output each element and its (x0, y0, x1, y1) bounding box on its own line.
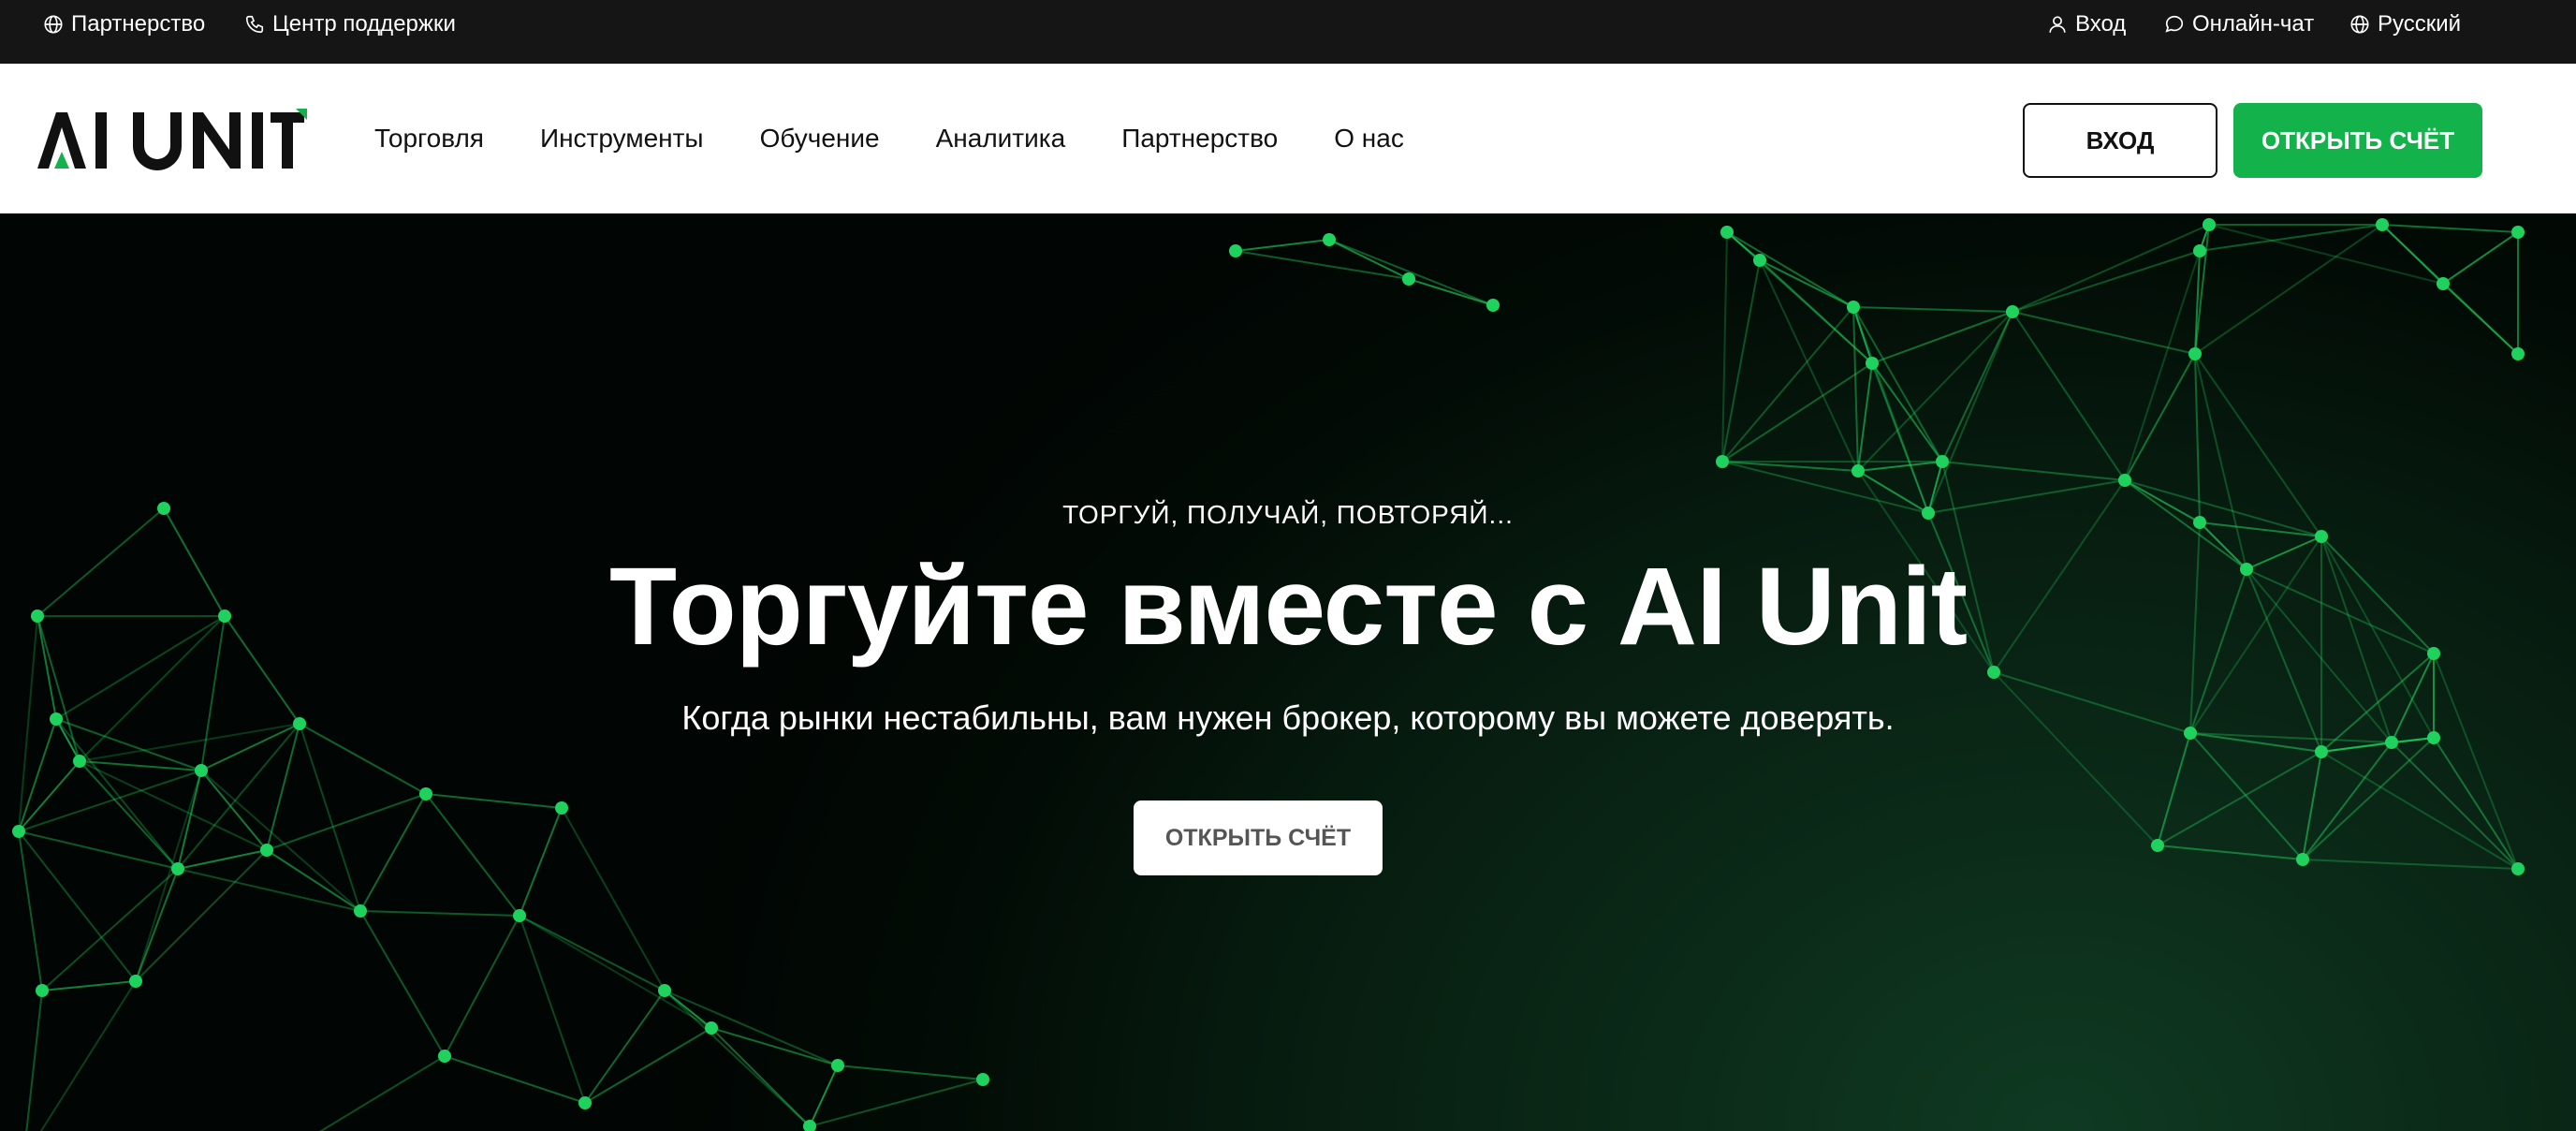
topbar-language-label: Русский (2378, 11, 2462, 37)
top-utility-bar: Партнерство Центр поддержки Вход Онлайн-… (0, 0, 2576, 64)
nav-item-trading[interactable]: Торговля (374, 124, 484, 154)
topbar-language-selector[interactable]: Русский (2349, 0, 2461, 49)
login-button[interactable]: ВХОД (2023, 103, 2217, 178)
nav-item-instruments[interactable]: Инструменты (540, 124, 704, 154)
main-nav: Торговля Инструменты Обучение Аналитика … (374, 64, 1404, 213)
hero-title: Торгуйте вместе с AI Unit (608, 545, 1968, 668)
topbar-login-label: Вход (2075, 11, 2127, 37)
hero-subtitle: Когда рынки нестабильны, вам нужен броке… (681, 698, 1895, 737)
chat-bubble-icon (2165, 15, 2184, 33)
hero-content: ТОРГУЙ, ПОЛУЧАЙ, ПОВТОРЯЙ... Торгуйте вм… (0, 213, 2576, 1131)
open-account-button[interactable]: ОТКРЫТЬ СЧЁТ (2233, 103, 2482, 178)
globe-icon (44, 15, 63, 34)
nav-item-about[interactable]: О нас (1334, 124, 1404, 154)
user-icon (2049, 16, 2066, 33)
nav-item-partnership[interactable]: Партнерство (1121, 124, 1278, 154)
globe-icon (2350, 15, 2369, 34)
topbar-chat-label: Онлайн-чат (2192, 11, 2315, 37)
main-header: Торговля Инструменты Обучение Аналитика … (0, 64, 2576, 213)
hero-tagline: ТОРГУЙ, ПОЛУЧАЙ, ПОВТОРЯЙ... (1062, 500, 1514, 529)
topbar-support-label: Центр поддержки (272, 11, 456, 37)
topbar-partnership-link[interactable]: Партнерство (43, 0, 205, 49)
nav-item-education[interactable]: Обучение (760, 124, 880, 154)
nav-item-analytics[interactable]: Аналитика (936, 124, 1066, 154)
topbar-partnership-label: Партнерство (71, 11, 206, 37)
topbar-chat-link[interactable]: Онлайн-чат (2164, 0, 2314, 49)
hero-open-account-button[interactable]: ОТКРЫТЬ СЧЁТ (1134, 801, 1383, 875)
topbar-support-link[interactable]: Центр поддержки (244, 0, 456, 49)
hero-section: ТОРГУЙ, ПОЛУЧАЙ, ПОВТОРЯЙ... Торгуйте вм… (0, 213, 2576, 1131)
topbar-login-link[interactable]: Вход (2047, 0, 2126, 49)
ai-unit-logo[interactable] (34, 109, 307, 170)
phone-icon (245, 15, 264, 34)
